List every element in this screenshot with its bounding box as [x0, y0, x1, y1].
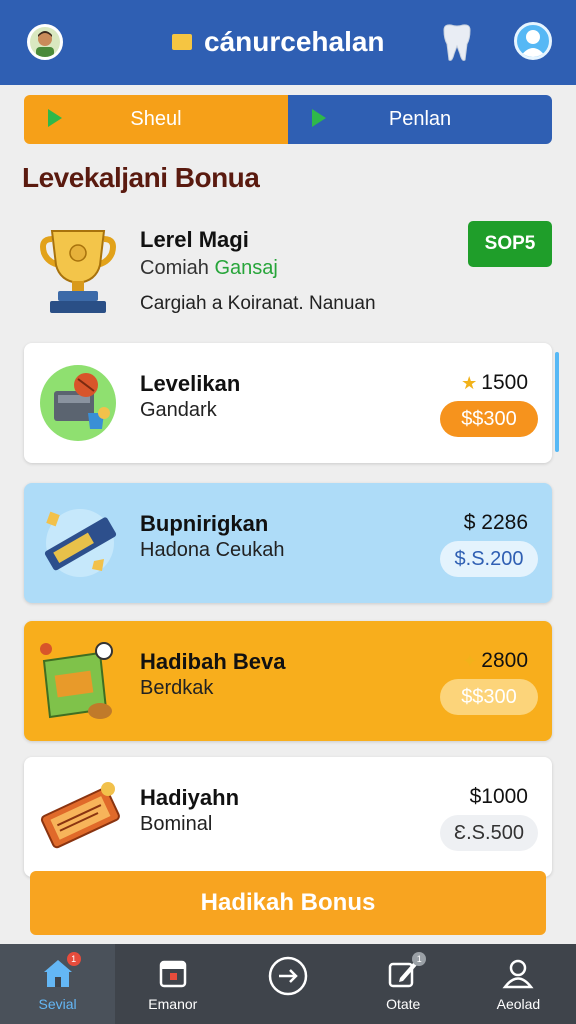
- reward-subtitle: Berdkak: [140, 677, 214, 699]
- reward-subtitle: Gandark: [140, 399, 217, 421]
- gift-machine-icon: [38, 361, 122, 445]
- nav-tab-otate[interactable]: 1 Otate: [346, 944, 461, 1024]
- edit-icon: 1: [386, 952, 427, 990]
- segmented-tabs: Sheul Penlan: [24, 95, 552, 144]
- reward-card[interactable]: Bupnirigkan Hadona Ceukah $ 2286 $.S.200: [24, 483, 552, 603]
- app-title: cánurcehalan: [172, 24, 385, 60]
- nav-label: Aeolad: [496, 996, 541, 1012]
- reward-price-value: 1500: [481, 371, 528, 394]
- reward-name: Hadibah Beva: [140, 649, 286, 674]
- reward-subtitle: Hadona Ceukah: [140, 539, 285, 561]
- sparkle-icon: ✦: [462, 650, 478, 671]
- reward-cost-pill[interactable]: $.S.200: [440, 541, 538, 577]
- ticket-icon: [38, 501, 122, 585]
- reward-price: $1000: [466, 785, 528, 809]
- reward-price: $ 2286: [460, 511, 528, 535]
- reward-price: ✦ 2800: [462, 649, 528, 673]
- coupon-icon: [38, 639, 122, 723]
- reward-name: Bupnirigkan: [140, 511, 269, 536]
- reward-card[interactable]: Levelikan Gandark ★ 1500 $$300: [24, 343, 552, 463]
- featured-sub-prefix: Comiah: [140, 257, 215, 279]
- play-icon: [312, 109, 326, 127]
- nav-label: Emanor: [148, 996, 198, 1012]
- person-icon: [501, 956, 535, 990]
- profile-icon[interactable]: [514, 22, 552, 60]
- reward-name: Levelikan: [140, 371, 241, 396]
- tab-penlan[interactable]: Penlan: [288, 95, 552, 144]
- tab-label: Sheul: [130, 108, 182, 130]
- reward-price: ★ 1500: [461, 371, 528, 395]
- tab-label: Penlan: [388, 108, 452, 130]
- reward-price-value: $ 2286: [463, 511, 528, 534]
- reward-cost-pill[interactable]: $$300: [440, 401, 538, 437]
- nav-label: Otate: [386, 996, 421, 1012]
- reward-card[interactable]: Hadibah Beva Berdkak ✦ 2800 $$300: [24, 621, 552, 741]
- section-title: Levekaljani Bonua: [22, 162, 260, 193]
- calendar-icon: [156, 956, 190, 990]
- claim-bonus-button[interactable]: Hadikah Bonus: [30, 871, 546, 935]
- arrow-right-circle-icon: [268, 956, 308, 996]
- featured-badge[interactable]: SOP5: [468, 221, 552, 267]
- reward-price-value: $1000: [469, 785, 528, 808]
- nav-label: Sevial: [38, 996, 77, 1012]
- featured-subtitle: Comiah Gansaj: [140, 257, 278, 280]
- nav-tab-sevial[interactable]: 1 Sevial: [0, 944, 116, 1024]
- play-icon: [48, 109, 62, 127]
- reward-card[interactable]: Hadiyahn Bominal $1000 Ɛ.S.500: [24, 757, 552, 877]
- star-icon: ★: [461, 372, 478, 393]
- nav-tab-emanor[interactable]: Emanor: [115, 944, 230, 1024]
- bottom-nav: 1 Sevial Emanor 1 Otate Aeolad: [0, 944, 576, 1024]
- featured-name: Lerel Magi: [140, 227, 249, 252]
- trophy-icon: [40, 225, 116, 315]
- notification-badge: 1: [412, 952, 427, 966]
- featured-sub-highlight: Gansaj: [214, 257, 278, 279]
- tooth-icon[interactable]: [440, 24, 474, 62]
- reward-subtitle: Bominal: [140, 813, 213, 835]
- home-icon: 1: [41, 952, 81, 990]
- reward-name: Hadiyahn: [140, 785, 240, 810]
- voucher-icon: [38, 775, 122, 859]
- tab-sheul[interactable]: Sheul: [24, 95, 288, 144]
- folder-icon: [172, 34, 192, 50]
- reward-cost-pill[interactable]: $$300: [440, 679, 538, 715]
- featured-description: Cargiah a Koiranat. Nanuan: [140, 293, 376, 314]
- featured-reward[interactable]: Lerel Magi Comiah Gansaj Cargiah a Koira…: [24, 215, 552, 325]
- user-avatar-icon[interactable]: [27, 24, 63, 60]
- app-title-text: cánurcehalan: [204, 26, 385, 57]
- nav-tab-forward[interactable]: [230, 944, 345, 1024]
- scrollbar[interactable]: [555, 352, 559, 452]
- notification-badge: 1: [66, 952, 81, 966]
- nav-tab-aeolad[interactable]: Aeolad: [461, 944, 576, 1024]
- reward-cost-pill[interactable]: Ɛ.S.500: [440, 815, 538, 851]
- reward-price-value: 2800: [481, 649, 528, 672]
- app-header: cánurcehalan: [0, 0, 576, 85]
